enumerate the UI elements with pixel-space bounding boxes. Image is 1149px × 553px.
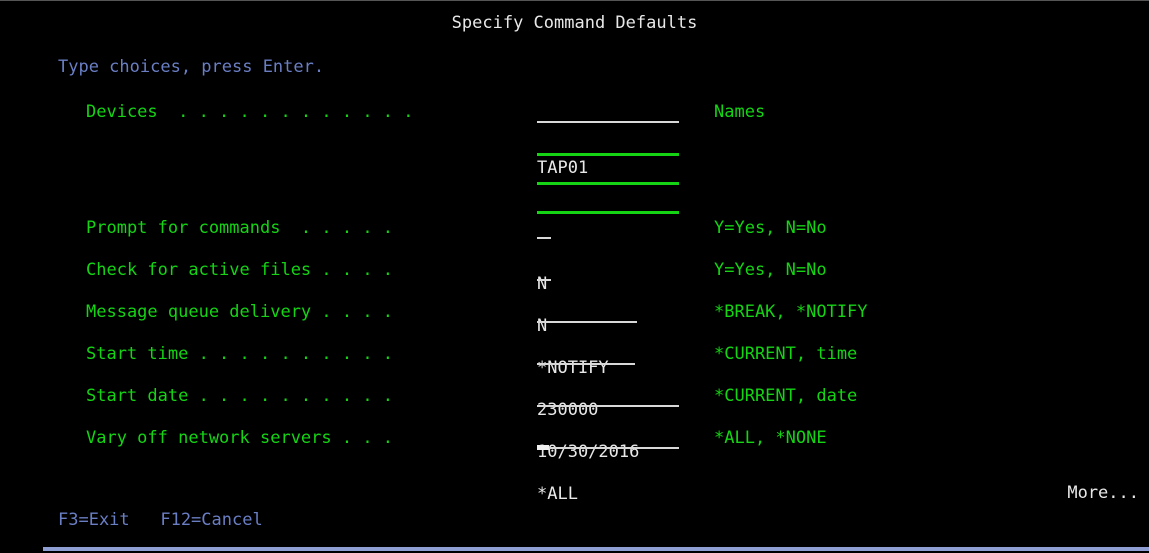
- function-key-bar[interactable]: F3=Exit F12=Cancel: [58, 506, 263, 535]
- field-input-check-active-files[interactable]: N: [537, 256, 598, 336]
- field-input-devices[interactable]: TAP01: [537, 98, 679, 178]
- field-row-message-queue-delivery: Message queue delivery . . . . *NOTIFY *…: [0, 298, 1149, 378]
- field-label-start-time: Start time . . . . . . . . . .: [86, 344, 394, 364]
- field-row-devices-cont-2: [0, 156, 1149, 185]
- field-hint-vary-off-network-servers: *ALL, *NONE: [714, 428, 827, 448]
- field-row-check-active-files: Check for active files . . . . N Y=Yes, …: [0, 256, 1149, 336]
- field-underline-devices: [537, 121, 679, 123]
- field-row-start-date: Start date . . . . . . . . . . 10/30/201…: [0, 382, 1149, 462]
- field-underline-start-time: [537, 363, 635, 365]
- text-cursor: [537, 445, 549, 450]
- page-title: Specify Command Defaults: [451, 13, 698, 33]
- field-row-vary-off-network-servers: Vary off network servers . . . *ALL *ALL…: [0, 424, 1149, 504]
- field-value-vary-off-network-servers: *ALL: [537, 484, 578, 504]
- field-row-start-time: Start time . . . . . . . . . . 230000 *C…: [0, 340, 1149, 420]
- field-row-devices-cont-1: [0, 127, 1149, 156]
- field-input-start-date[interactable]: 10/30/2016: [537, 382, 679, 462]
- field-underline-message-queue-delivery: [537, 321, 637, 323]
- field-row-prompt-for-commands: Prompt for commands . . . . . N Y=Yes, N…: [0, 214, 1149, 294]
- instruction-text: Type choices, press Enter.: [58, 57, 325, 77]
- field-input-devices-2[interactable]: [537, 127, 679, 156]
- field-underline-start-date: [537, 405, 679, 407]
- field-hint-start-date: *CURRENT, date: [714, 386, 858, 406]
- field-input-vary-off-network-servers[interactable]: *ALL: [537, 424, 679, 504]
- field-row-devices-cont-3: [0, 185, 1149, 214]
- field-underline-check-active-files: [537, 279, 551, 281]
- field-input-start-time[interactable]: 230000: [537, 340, 635, 420]
- field-label-check-active-files: Check for active files . . . .: [86, 260, 394, 280]
- field-label-message-queue-delivery: Message queue delivery . . . .: [86, 302, 394, 322]
- field-input-prompt-for-commands[interactable]: N: [537, 214, 598, 294]
- field-hint-prompt-for-commands: Y=Yes, N=No: [714, 218, 827, 238]
- terminal-screen: Specify Command Defaults Type choices, p…: [0, 0, 1149, 553]
- field-label-vary-off-network-servers: Vary off network servers . . .: [86, 428, 394, 448]
- status-bar: [43, 547, 1149, 551]
- field-label-start-date: Start date . . . . . . . . . .: [86, 386, 394, 406]
- field-label-prompt-for-commands: Prompt for commands . . . . .: [86, 218, 394, 238]
- field-label-devices: Devices . . . . . . . . . . . .: [86, 102, 414, 122]
- field-hint-start-time: *CURRENT, time: [714, 344, 858, 364]
- field-row-devices: Devices . . . . . . . . . . . . TAP01 Na…: [0, 98, 1149, 178]
- field-hint-check-active-files: Y=Yes, N=No: [714, 260, 827, 280]
- field-input-devices-4[interactable]: [537, 185, 679, 214]
- field-underline-vary-off-network-servers: [537, 447, 679, 449]
- field-hint-devices: Names: [714, 102, 766, 122]
- field-hint-message-queue-delivery: *BREAK, *NOTIFY: [714, 302, 868, 322]
- field-input-message-queue-delivery[interactable]: *NOTIFY: [537, 298, 637, 378]
- field-underline-prompt-for-commands: [537, 237, 551, 239]
- more-indicator: More...: [1067, 483, 1139, 503]
- field-input-devices-3[interactable]: [537, 156, 679, 185]
